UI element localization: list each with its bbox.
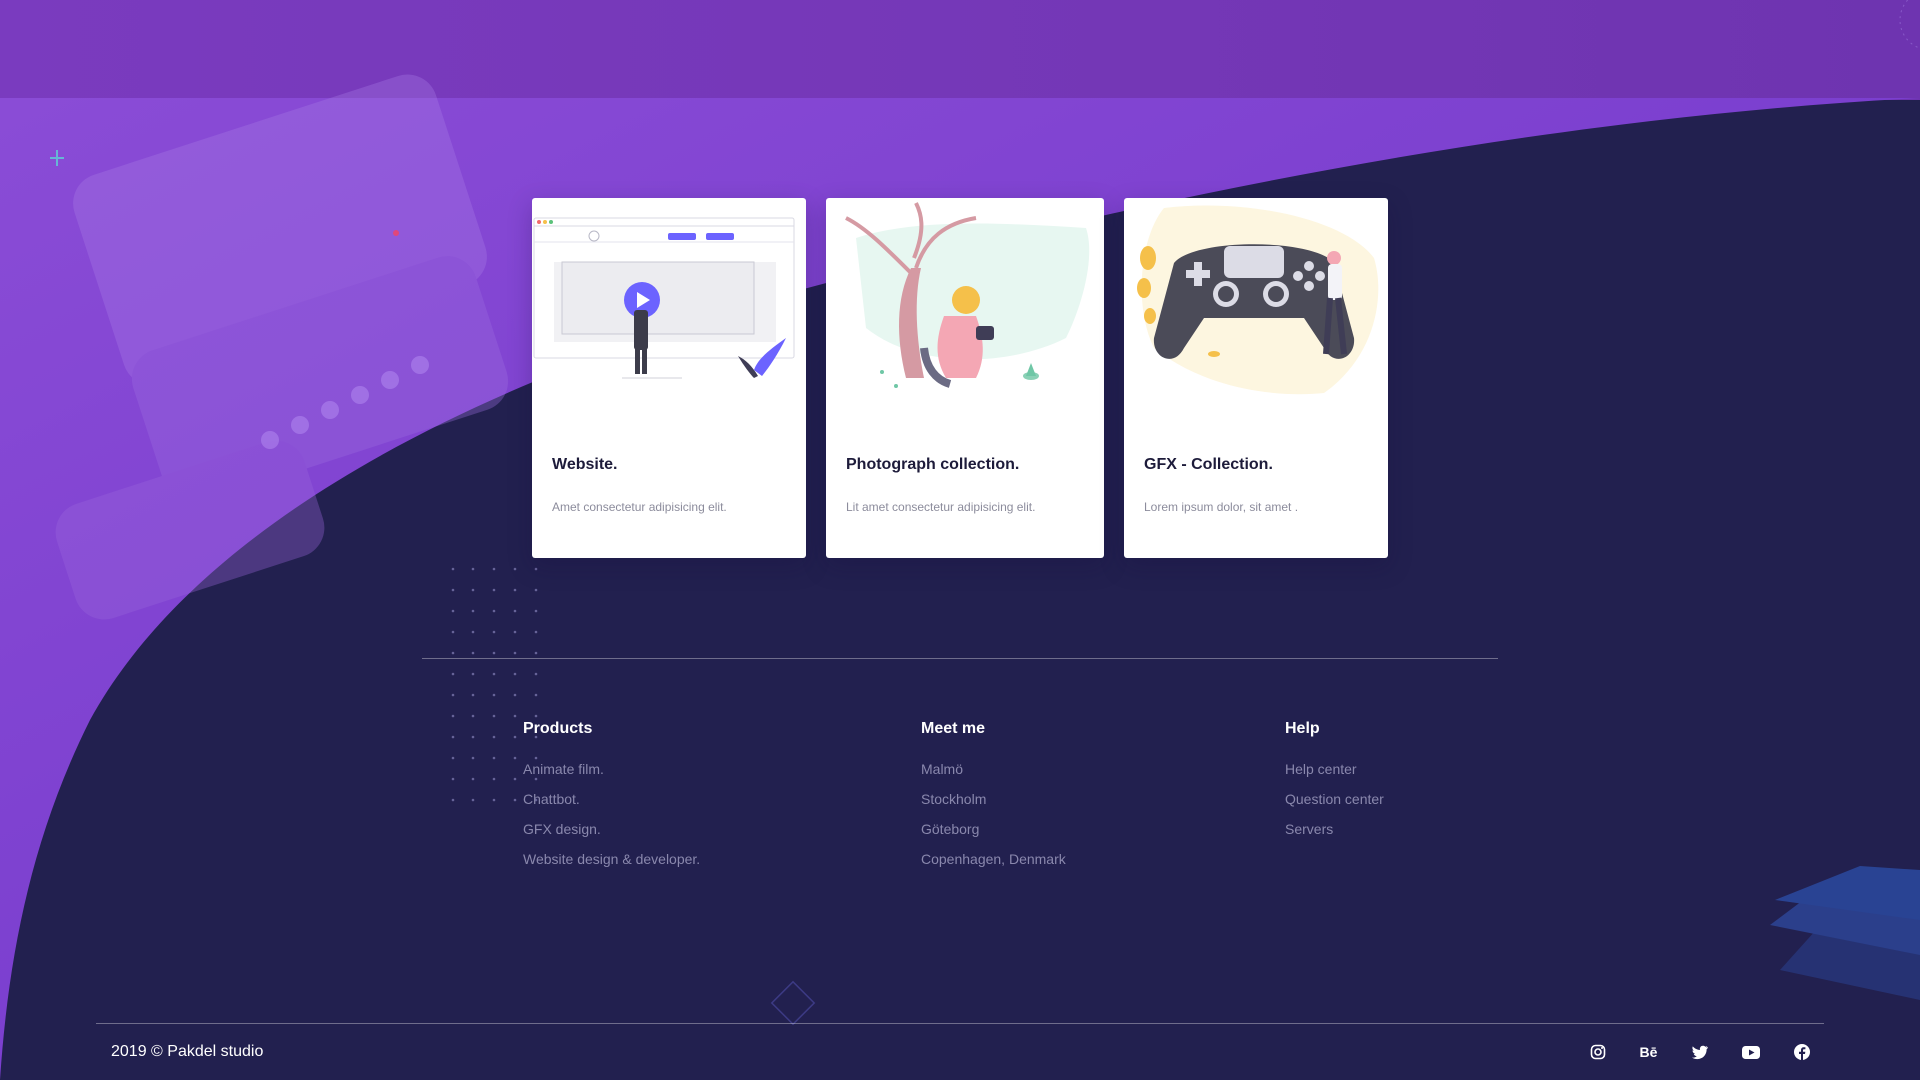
footer-column-meet-me: Meet me Malmö Stockholm Göteborg Copenha… — [921, 720, 1066, 880]
footer-link[interactable]: Chattbot. — [523, 790, 700, 820]
card-description: Amet consectetur adipisicing elit. — [552, 500, 727, 514]
footer-bottom-divider — [96, 1023, 1824, 1024]
photographer-illustration — [845, 202, 1090, 388]
service-card-gfx[interactable]: GFX - Collection. Lorem ipsum dolor, sit… — [1124, 198, 1388, 558]
youtube-icon[interactable] — [1725, 1040, 1776, 1064]
footer-link[interactable]: Göteborg — [921, 820, 1066, 850]
game-controller-illustration — [1137, 205, 1379, 395]
footer-column-products: Products Animate film. Chattbot. GFX des… — [523, 720, 700, 880]
facebook-icon[interactable] — [1776, 1040, 1827, 1064]
instagram-icon[interactable] — [1572, 1040, 1623, 1064]
video-website-illustration — [533, 217, 795, 379]
footer-link[interactable]: Stockholm — [921, 790, 1066, 820]
footer-link[interactable]: Animate film. — [523, 760, 700, 790]
footer-link[interactable]: Servers — [1285, 820, 1384, 850]
service-card-photograph[interactable]: Photograph collection. Lit amet consecte… — [826, 198, 1104, 558]
card-title: GFX - Collection. — [1144, 456, 1273, 473]
card-description: Lorem ipsum dolor, sit amet . — [1144, 500, 1299, 514]
footer-heading: Help — [1285, 720, 1320, 737]
footer-link[interactable]: Website design & developer. — [523, 850, 700, 880]
footer-link[interactable]: Copenhagen, Denmark — [921, 850, 1066, 880]
footer-link[interactable]: GFX design. — [523, 820, 700, 850]
footer-link[interactable]: Question center — [1285, 790, 1384, 820]
card-description: Lit amet consectetur adipisicing elit. — [846, 500, 1036, 514]
card-title: Photograph collection. — [846, 456, 1020, 473]
copyright-text: 2019 © Pakdel studio — [111, 1043, 264, 1060]
footer-heading: Meet me — [921, 720, 986, 737]
behance-icon[interactable]: Bē — [1623, 1040, 1674, 1064]
footer-column-help: Help Help center Question center Servers — [1285, 720, 1384, 850]
footer-link[interactable]: Help center — [1285, 760, 1384, 790]
footer-heading: Products — [523, 720, 593, 737]
service-card-website[interactable]: Website. Amet consectetur adipisicing el… — [532, 198, 806, 558]
card-title: Website. — [552, 456, 618, 473]
footer-link[interactable]: Malmö — [921, 760, 1066, 790]
social-links: Bē — [1572, 1040, 1827, 1064]
footer-top-divider — [422, 658, 1498, 659]
twitter-icon[interactable] — [1674, 1040, 1725, 1064]
